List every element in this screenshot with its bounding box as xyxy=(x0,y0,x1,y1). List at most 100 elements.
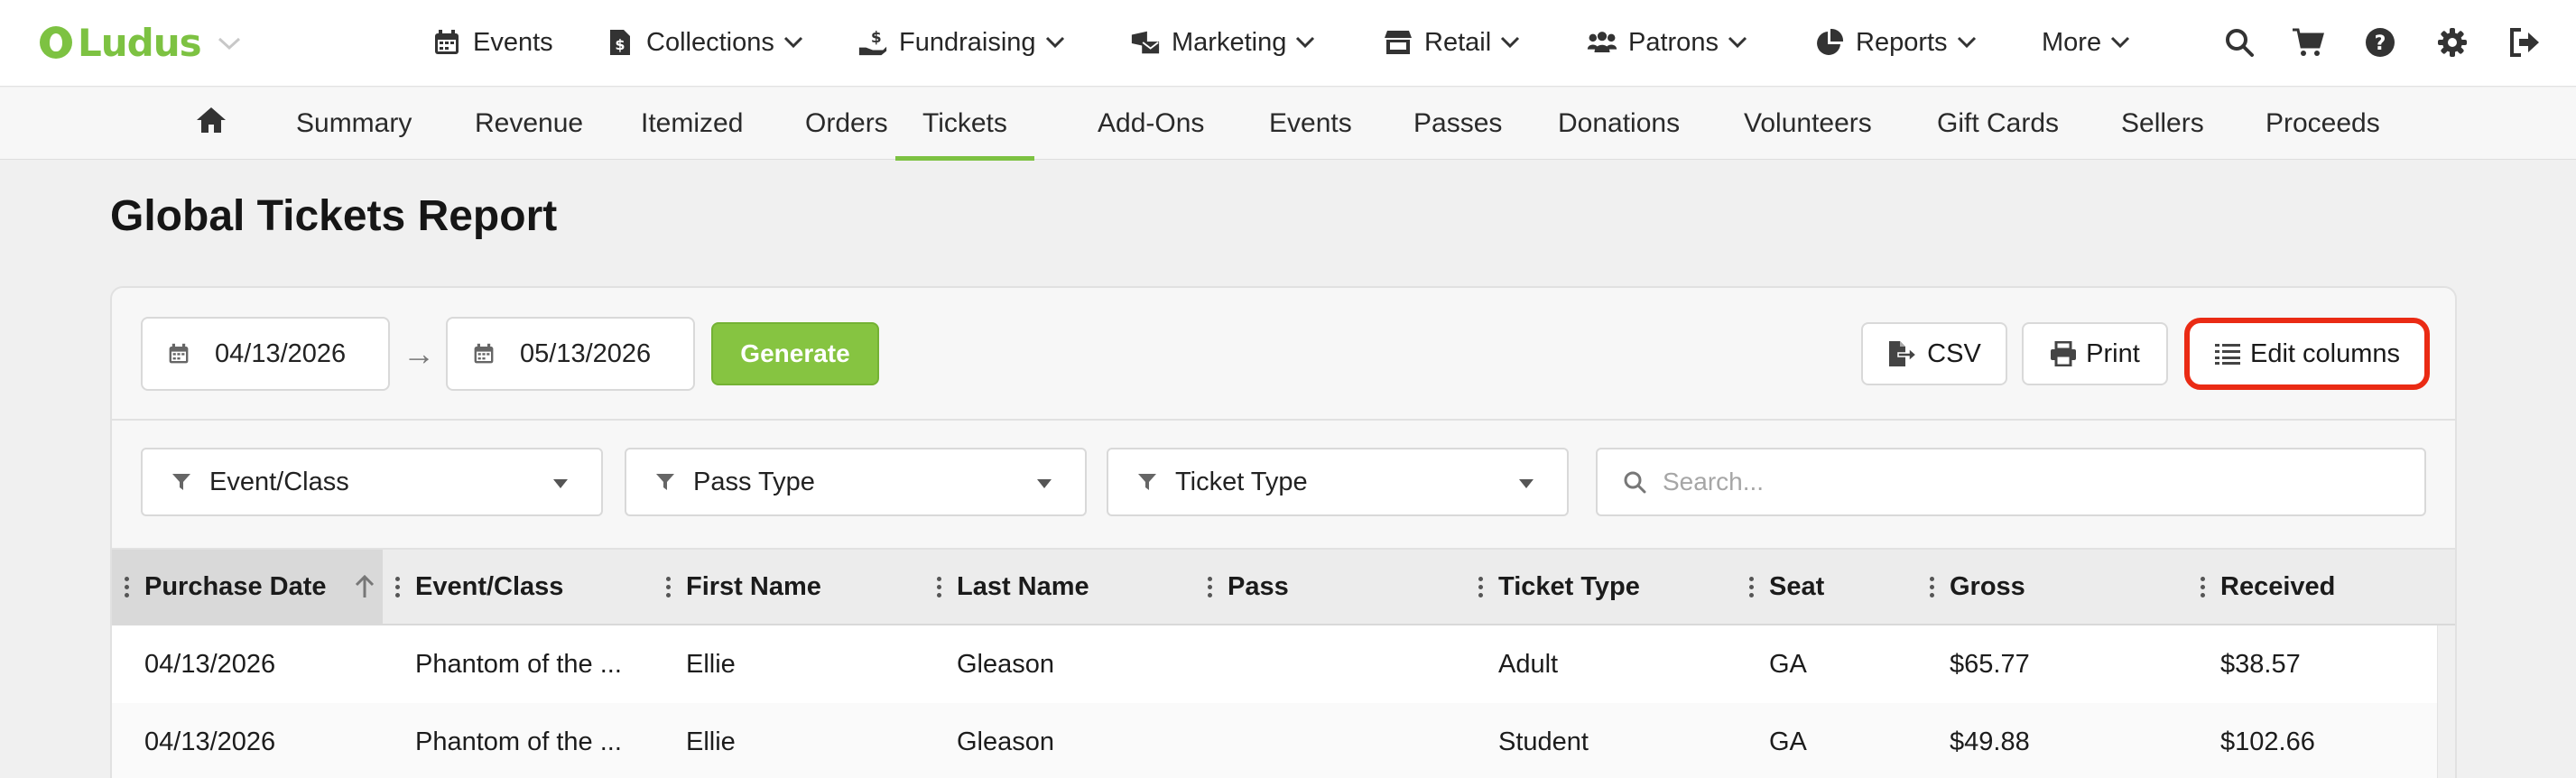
csv-button[interactable]: CSV xyxy=(1861,322,2007,385)
column-header-last-name[interactable]: Last Name xyxy=(937,550,1195,624)
dollar-file-icon: $ xyxy=(605,27,635,58)
column-header-event-class[interactable]: Event/Class xyxy=(395,550,653,624)
subnav-revenue[interactable]: Revenue xyxy=(475,88,583,160)
subnav-home[interactable] xyxy=(195,88,227,160)
column-header-ticket-type[interactable]: Ticket Type xyxy=(1478,550,1737,624)
subnav-sellers[interactable]: Sellers xyxy=(2121,88,2204,160)
nav-marketing[interactable]: Marketing xyxy=(1130,23,1315,61)
cell-received: $102.66 xyxy=(2220,727,2315,756)
cell-first-name: Ellie xyxy=(686,727,736,756)
subnav-orders[interactable]: Orders xyxy=(805,88,888,160)
svg-text:$: $ xyxy=(871,29,882,47)
nav-fundraising-label: Fundraising xyxy=(899,27,1036,57)
column-header-label: Purchase Date xyxy=(144,571,327,601)
ticket-type-filter-value: Ticket Type xyxy=(1175,467,1308,496)
nav-collections[interactable]: $ Collections xyxy=(605,23,803,61)
filter-bar: Event/Class Pass Type Ticket Type xyxy=(112,421,2455,550)
top-navigation-bar: Ludus Events $ Collections $ Fundraising… xyxy=(0,0,2576,87)
chevron-down-icon xyxy=(2110,36,2130,49)
column-header-gross[interactable]: Gross xyxy=(1930,550,2188,624)
nav-fundraising[interactable]: $ Fundraising xyxy=(857,23,1065,61)
nav-patrons[interactable]: Patrons xyxy=(1587,23,1747,61)
calendar-icon xyxy=(473,343,495,365)
drag-handle-icon[interactable] xyxy=(1478,576,1486,597)
column-header-pass[interactable]: Pass xyxy=(1208,550,1466,624)
ludus-logo[interactable]: Ludus xyxy=(40,20,241,65)
subnav-events[interactable]: Events xyxy=(1269,88,1352,160)
nav-reports[interactable]: Reports xyxy=(1814,23,1977,61)
table-scrollbar[interactable] xyxy=(2437,625,2455,778)
column-header-label: Pass xyxy=(1228,571,1289,601)
hand-dollar-icon: $ xyxy=(857,27,888,58)
caret-down-icon xyxy=(1518,478,1534,489)
svg-text:?: ? xyxy=(2375,32,2386,55)
nav-events-label: Events xyxy=(473,27,553,57)
subnav-summary[interactable]: Summary xyxy=(296,88,412,160)
nav-more[interactable]: More xyxy=(2042,23,2130,61)
nav-events[interactable]: Events xyxy=(431,23,553,61)
file-export-icon xyxy=(1887,340,1918,367)
table-row[interactable]: 04/13/2026 Phantom of the ... Ellie Glea… xyxy=(112,703,2441,778)
cart-icon[interactable] xyxy=(2291,25,2325,60)
column-header-label: First Name xyxy=(686,571,821,601)
report-subnav: Summary Revenue Itemized Orders Tickets … xyxy=(0,88,2576,161)
subnav-proceeds[interactable]: Proceeds xyxy=(2266,88,2380,160)
chevron-down-icon xyxy=(1500,36,1520,49)
edit-columns-button[interactable]: Edit columns xyxy=(2190,322,2424,385)
cell-ticket-type: Student xyxy=(1498,727,1589,756)
sign-out-icon[interactable] xyxy=(2507,25,2542,60)
nav-retail[interactable]: Retail xyxy=(1383,23,1520,61)
drag-handle-icon[interactable] xyxy=(937,576,944,597)
generate-button[interactable]: Generate xyxy=(711,322,879,385)
chevron-down-icon xyxy=(783,36,803,49)
ticket-type-filter[interactable]: Ticket Type xyxy=(1107,448,1569,516)
subnav-gift-cards[interactable]: Gift Cards xyxy=(1937,88,2059,160)
print-button[interactable]: Print xyxy=(2022,322,2168,385)
column-header-first-name[interactable]: First Name xyxy=(666,550,924,624)
column-header-seat[interactable]: Seat xyxy=(1749,550,1917,624)
column-header-purchase-date[interactable]: Purchase Date xyxy=(112,550,383,624)
calendar-icon xyxy=(168,343,190,365)
cell-ticket-type: Adult xyxy=(1498,649,1559,679)
pass-type-filter[interactable]: Pass Type xyxy=(625,448,1087,516)
drag-handle-icon[interactable] xyxy=(1749,576,1756,597)
start-date-field[interactable]: 04/13/2026 xyxy=(141,317,390,391)
drag-handle-icon[interactable] xyxy=(395,576,403,597)
column-header-label: Last Name xyxy=(957,571,1089,601)
mail-bullhorn-icon xyxy=(1130,27,1161,58)
subnav-volunteers[interactable]: Volunteers xyxy=(1744,88,1872,160)
search-box xyxy=(1596,448,2426,516)
subnav-tickets[interactable]: Tickets xyxy=(895,88,1034,161)
chevron-down-icon[interactable] xyxy=(218,29,241,57)
cell-received: $38.57 xyxy=(2220,649,2301,679)
drag-handle-icon[interactable] xyxy=(2201,576,2208,597)
drag-handle-icon[interactable] xyxy=(125,576,132,597)
filter-icon xyxy=(1137,472,1157,492)
nav-more-label: More xyxy=(2042,27,2102,57)
column-header-received[interactable]: Received xyxy=(2201,550,2441,624)
drag-handle-icon[interactable] xyxy=(1208,576,1215,597)
drag-handle-icon[interactable] xyxy=(666,576,673,597)
column-header-label: Event/Class xyxy=(415,571,564,601)
gear-icon[interactable] xyxy=(2435,25,2469,60)
search-icon[interactable] xyxy=(2222,25,2256,60)
cell-purchase-date: 04/13/2026 xyxy=(144,727,276,756)
drag-handle-icon[interactable] xyxy=(1930,576,1937,597)
edit-columns-label: Edit columns xyxy=(2249,338,2400,368)
subnav-donations[interactable]: Donations xyxy=(1558,88,1680,160)
table-header: Purchase Date Event/Class First Name Las… xyxy=(112,550,2455,625)
calendar-icon xyxy=(431,27,462,58)
subnav-passes[interactable]: Passes xyxy=(1413,88,1502,160)
search-input[interactable] xyxy=(1663,468,2403,496)
help-icon[interactable]: ? xyxy=(2363,25,2397,60)
subnav-itemized[interactable]: Itemized xyxy=(641,88,743,160)
subnav-add-ons[interactable]: Add-Ons xyxy=(1098,88,1204,160)
caret-down-icon xyxy=(552,478,569,489)
filter-icon xyxy=(655,472,675,492)
table-row[interactable]: 04/13/2026 Phantom of the ... Ellie Glea… xyxy=(112,625,2441,703)
event-class-filter[interactable]: Event/Class xyxy=(141,448,603,516)
end-date-field[interactable]: 05/13/2026 xyxy=(446,317,695,391)
nav-reports-label: Reports xyxy=(1856,27,1948,57)
sort-ascending-arrow-icon[interactable] xyxy=(354,575,375,598)
column-header-label: Gross xyxy=(1950,571,2025,601)
